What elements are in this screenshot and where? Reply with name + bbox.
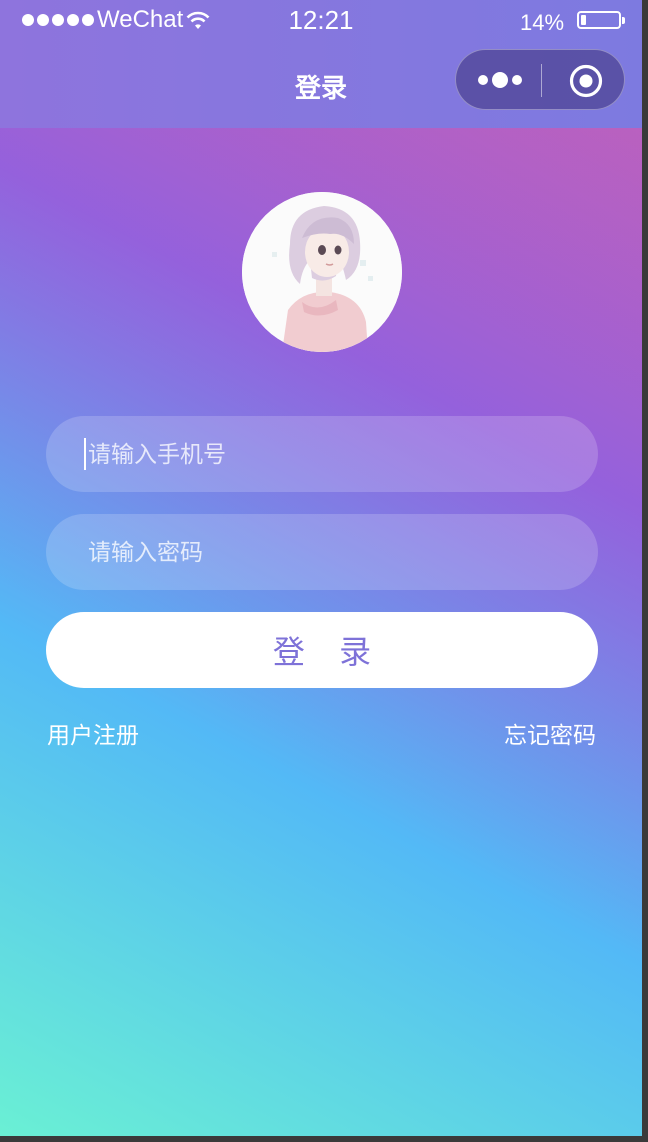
text-cursor xyxy=(84,438,86,470)
target-circle-icon[interactable] xyxy=(569,64,603,98)
mini-program-capsule xyxy=(455,49,625,110)
phone-screen: WeChat 12:21 14% 登录 请输入手机号 登 录 用户注册 忘记密码 xyxy=(0,0,642,1136)
avatar xyxy=(242,192,402,352)
capsule-divider xyxy=(541,64,542,97)
login-button[interactable]: 登 录 xyxy=(46,612,598,688)
status-bar: WeChat 12:21 14% xyxy=(0,0,642,44)
password-input[interactable] xyxy=(86,514,570,592)
more-dots-icon[interactable] xyxy=(476,68,526,92)
password-field xyxy=(46,514,598,592)
login-panel: 登 录 用户注册 忘记密码 xyxy=(0,128,642,1136)
battery-percentage: 14% xyxy=(520,10,565,35)
top-header: WeChat 12:21 14% 登录 xyxy=(0,0,642,128)
register-link[interactable]: 用户注册 xyxy=(47,716,139,750)
forgot-password-link[interactable]: 忘记密码 xyxy=(504,716,596,750)
battery-icon xyxy=(577,11,625,29)
phone-input[interactable] xyxy=(86,416,570,494)
phone-field xyxy=(46,416,598,494)
anime-girl-avatar-image xyxy=(242,192,402,352)
